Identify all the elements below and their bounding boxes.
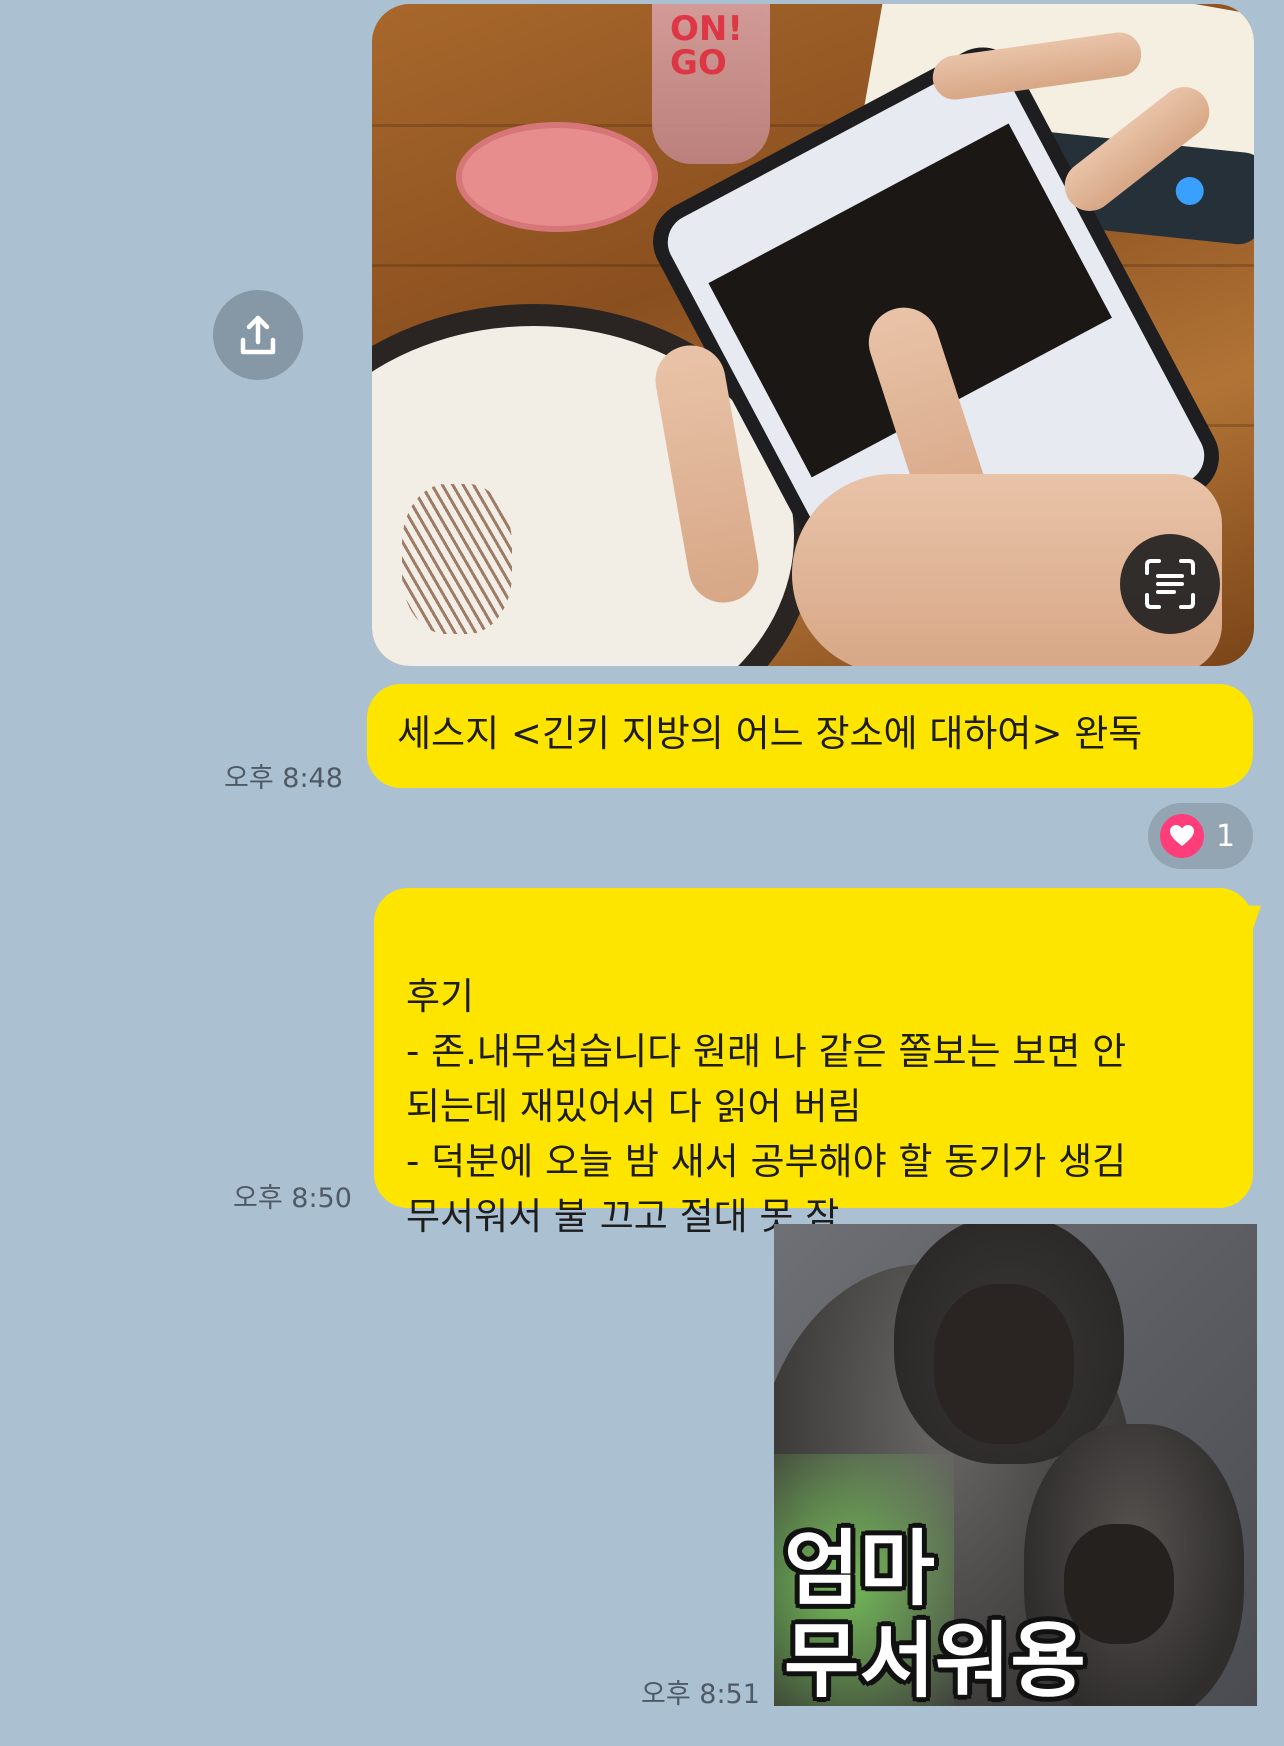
plate-crumbs bbox=[402, 484, 512, 634]
message-text: 후기 - 존.내무섭습니다 원래 나 같은 쫄보는 보면 안 되는데 재밌어서 … bbox=[406, 975, 1127, 1238]
heart-icon bbox=[1160, 814, 1204, 858]
reaction-badge[interactable]: 1 bbox=[1148, 803, 1253, 869]
adult-gorilla-face bbox=[934, 1284, 1074, 1444]
pink-lid bbox=[456, 122, 658, 232]
text-scan-button[interactable] bbox=[1120, 534, 1220, 634]
sticker-caption: 엄마 무서워용 bbox=[784, 1522, 1086, 1707]
share-button[interactable] bbox=[213, 290, 303, 380]
camera-button bbox=[1174, 175, 1206, 207]
text-scan-icon bbox=[1145, 559, 1195, 609]
message-time: 오후 8:51 bbox=[641, 1679, 760, 1710]
photo-message[interactable]: ON! GO bbox=[372, 4, 1254, 666]
bubble-tail bbox=[1233, 892, 1271, 932]
message-time: 오후 8:48 bbox=[224, 763, 343, 794]
message-time: 오후 8:50 bbox=[233, 1183, 352, 1214]
cup-text: ON! GO bbox=[670, 9, 743, 83]
my-message-bubble[interactable]: 세스지 <긴키 지방의 어느 장소에 대하여> 완독 bbox=[367, 684, 1253, 788]
heart-icon-shape bbox=[1170, 825, 1194, 846]
my-message-bubble[interactable]: 후기 - 존.내무섭습니다 원래 나 같은 쫄보는 보면 안 되는데 재밌어서 … bbox=[374, 888, 1271, 1238]
reaction-count: 1 bbox=[1216, 818, 1236, 854]
share-upload-icon bbox=[240, 315, 276, 355]
gorilla-sticker[interactable]: 엄마 무서워용 bbox=[774, 1224, 1257, 1706]
drink-cup: ON! GO bbox=[652, 4, 770, 164]
